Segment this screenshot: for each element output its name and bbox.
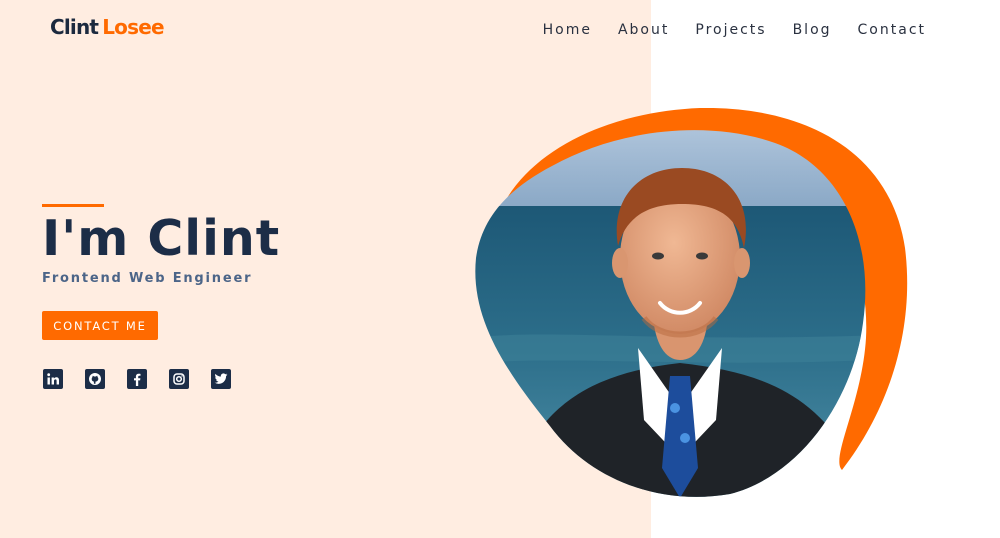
hero-subtitle: Frontend Web Engineer — [42, 271, 253, 286]
title-accent-line — [42, 204, 104, 207]
nav-blog-link[interactable]: Blog — [793, 22, 832, 38]
linkedin-icon[interactable] — [43, 369, 63, 389]
nav-contact-link[interactable]: Contact — [858, 22, 926, 38]
nav-about-link[interactable]: About — [618, 22, 669, 38]
nav-home-link[interactable]: Home — [543, 22, 592, 38]
instagram-icon[interactable] — [169, 369, 189, 389]
logo-first-name: Clint — [50, 15, 99, 39]
contact-me-button[interactable]: CONTACT ME — [42, 311, 158, 340]
social-links — [43, 369, 231, 389]
site-logo[interactable]: Clint Losee — [50, 15, 165, 39]
logo-last-name: Losee — [102, 15, 164, 39]
main-nav: Home About Projects Blog Contact — [543, 22, 926, 38]
nav-projects-link[interactable]: Projects — [695, 22, 766, 38]
hero-title: I'm Clint — [42, 210, 281, 267]
portrait-figure — [475, 108, 908, 497]
github-icon[interactable] — [85, 369, 105, 389]
twitter-icon[interactable] — [211, 369, 231, 389]
facebook-icon[interactable] — [127, 369, 147, 389]
